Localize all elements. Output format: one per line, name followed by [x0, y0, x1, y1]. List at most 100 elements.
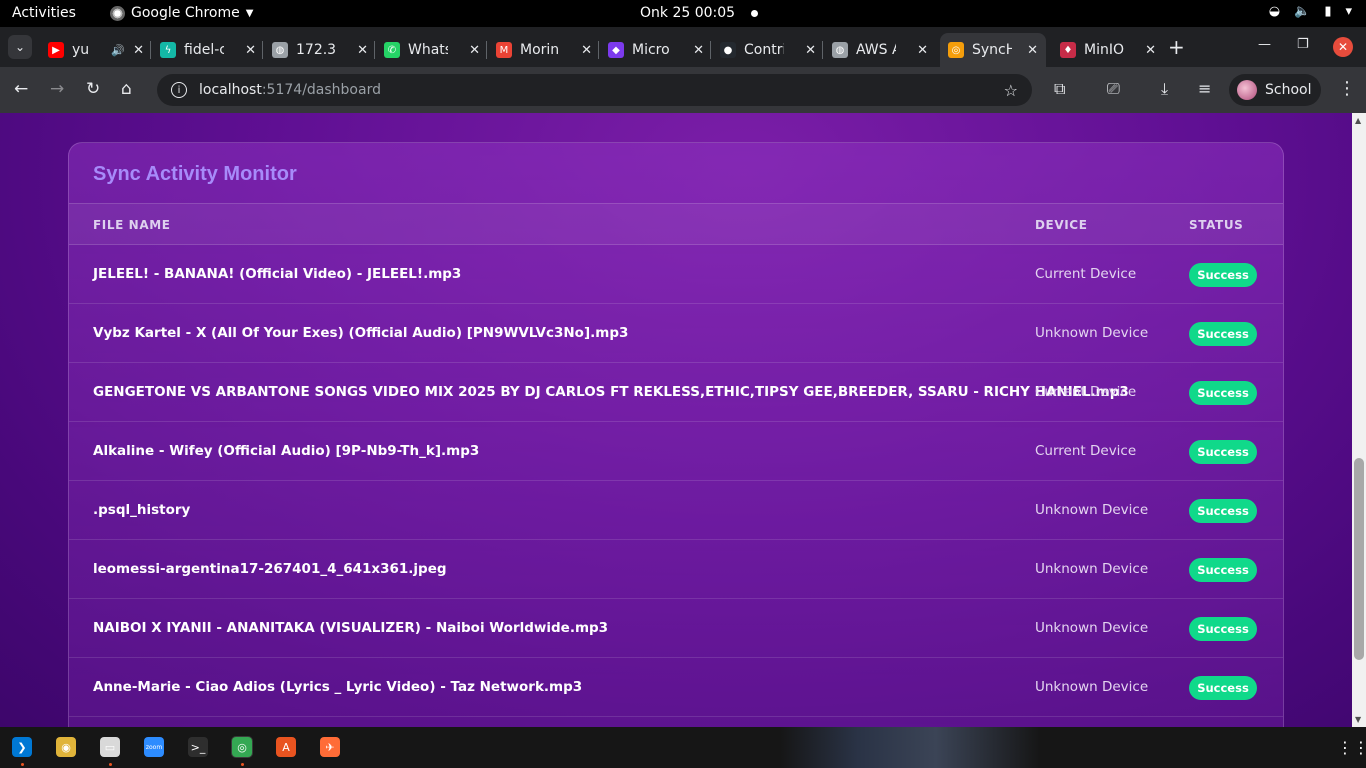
zoom-icon[interactable]: zoom [143, 736, 165, 758]
page-content: Sync Activity Monitor FILE NAME DEVICE S… [0, 113, 1352, 727]
postman-icon[interactable]: ✈ [319, 736, 341, 758]
tab-title: fidel-c [184, 42, 224, 58]
browser-toolbar: ← → ↻ ⌂ i localhost:5174/dashboard ☆ ⧉ ⎚… [0, 67, 1366, 113]
show-apps-grid-icon[interactable]: ⋮⋮⋮ [1337, 738, 1366, 757]
clock-text: Onk 25 00:05 [640, 5, 736, 21]
column-header-file-name: FILE NAME [93, 218, 171, 232]
app-center-icon[interactable]: A [275, 736, 297, 758]
app-center-icon-glyph: A [276, 737, 296, 757]
tab-separator [150, 41, 151, 59]
device-cell: Unknown Device [1035, 561, 1149, 577]
media-control-icon[interactable]: ≡ [1198, 79, 1211, 98]
tab-title: 172.3 [296, 42, 336, 58]
close-tab-icon[interactable]: ✕ [469, 43, 480, 58]
browser-tab[interactable]: ✆ Whats ✕ [376, 33, 488, 67]
device-cell: Unknown Device [1035, 679, 1149, 695]
extensions-icon[interactable]: ⧉ [1054, 79, 1065, 99]
close-tab-icon[interactable]: ✕ [917, 43, 928, 58]
table-row[interactable]: leomessi-argentina17-267401_4_641x361.jp… [69, 540, 1283, 599]
browser-tab[interactable]: ◍ 172.3 ✕ [264, 33, 376, 67]
browser-tab[interactable]: ● Contri ✕ [712, 33, 824, 67]
file-name-cell: leomessi-argentina17-267401_4_641x361.jp… [93, 561, 447, 577]
globe-icon: ◍ [832, 42, 848, 58]
close-tab-icon[interactable]: ✕ [581, 43, 592, 58]
browser-tab[interactable]: ♦ MinIO ✕ [1052, 33, 1164, 67]
minio-icon: ♦ [1060, 42, 1076, 58]
app-menu-label: Google Chrome [131, 5, 240, 21]
scroll-up-icon[interactable]: ▲ [1355, 116, 1361, 125]
minimize-window-button[interactable]: — [1258, 37, 1271, 52]
rhythmbox-icon[interactable]: ◉ [55, 736, 77, 758]
table-row[interactable]: JELEEL! - BANANA! (Official Video) - JEL… [69, 245, 1283, 304]
back-button[interactable]: ← [14, 79, 28, 99]
copilot-icon: ◆ [608, 42, 624, 58]
table-row[interactable]: Alkaline - Wifey (Official Audio) [9P-Nb… [69, 422, 1283, 481]
browser-tab[interactable]: ◆ Micro ✕ [600, 33, 712, 67]
terminal-icon-glyph: >_ [188, 737, 208, 757]
activities-button[interactable]: Activities [12, 5, 76, 21]
file-name-cell: Alkaline - Wifey (Official Audio) [9P-Nb… [93, 443, 480, 459]
tab-separator [262, 41, 263, 59]
url-path: :5174/dashboard [261, 82, 381, 98]
table-row[interactable]: Vybz Kartel - X (All Of Your Exes) (Offi… [69, 304, 1283, 363]
vscode-icon-glyph: ❯ [12, 737, 32, 757]
reload-button[interactable]: ↻ [86, 79, 100, 99]
system-tray[interactable]: ◒ 🔈 ▮ ▾ [1269, 4, 1352, 19]
browser-tab[interactable]: ▶ yu 🔊 ✕ [40, 33, 152, 67]
card-title: Sync Activity Monitor [93, 163, 297, 185]
clock[interactable]: Onk 25 00:05 [640, 5, 759, 21]
close-tab-icon[interactable]: ✕ [805, 43, 816, 58]
audio-playing-icon[interactable]: 🔊 [111, 44, 125, 57]
chevron-down-icon: ▾ [1345, 4, 1352, 19]
table-row[interactable]: NAIBOI X IYANII - ANANITAKA (VISUALIZER)… [69, 599, 1283, 658]
file-name-cell: Anne-Marie - Ciao Adios (Lyrics _ Lyric … [93, 679, 583, 695]
site-info-icon[interactable]: i [171, 82, 187, 98]
browser-tab[interactable]: ◍ AWS A ✕ [824, 33, 936, 67]
scrollbar-thumb[interactable] [1354, 458, 1364, 660]
download-icon[interactable]: ⤓ [1161, 79, 1168, 99]
browser-tab[interactable]: ϟ fidel-c ✕ [152, 33, 264, 67]
status-badge: Success [1189, 499, 1257, 523]
home-button[interactable]: ⌂ [121, 79, 132, 99]
tab-title: MinIO [1084, 42, 1124, 58]
chrome-icon [110, 5, 125, 21]
profile-button[interactable]: School [1229, 74, 1321, 106]
sync-icon: ◎ [948, 42, 964, 58]
close-tab-icon[interactable]: ✕ [357, 43, 368, 58]
zoom-icon-glyph: zoom [144, 737, 164, 757]
files-icon[interactable]: ▭ [99, 736, 121, 758]
close-window-button[interactable]: ✕ [1333, 37, 1353, 57]
address-bar[interactable]: i localhost:5174/dashboard ☆ [157, 74, 1032, 106]
close-tab-icon[interactable]: ✕ [693, 43, 704, 58]
terminal-icon[interactable]: >_ [187, 736, 209, 758]
table-row[interactable]: Anne-Marie - Ciao Adios (Lyrics _ Lyric … [69, 658, 1283, 717]
device-cell: Current Device [1035, 266, 1137, 282]
app-menu[interactable]: Google Chrome ▼ [110, 5, 253, 21]
new-tab-button[interactable]: + [1168, 37, 1185, 57]
table-row[interactable]: GENGETONE VS ARBANTONE SONGS VIDEO MIX 2… [69, 363, 1283, 422]
github-icon: ● [720, 42, 736, 58]
kebab-menu-icon[interactable]: ⋮ [1338, 78, 1356, 99]
tab-separator [710, 41, 711, 59]
close-tab-icon[interactable]: ✕ [1145, 43, 1156, 58]
avatar [1237, 80, 1257, 100]
browser-tab[interactable]: ◎ SyncH ✕ [940, 33, 1046, 67]
device-cell: Unknown Device [1035, 325, 1149, 341]
tab-search-button[interactable]: ⌄ [8, 35, 32, 59]
vscode-icon[interactable]: ❯ [11, 736, 33, 758]
forward-button[interactable]: → [50, 79, 64, 99]
maximize-window-button[interactable]: ❐ [1297, 37, 1309, 52]
close-tab-icon[interactable]: ✕ [133, 43, 144, 58]
scroll-down-icon[interactable]: ▼ [1355, 715, 1361, 724]
status-badge: Success [1189, 676, 1257, 700]
close-tab-icon[interactable]: ✕ [1027, 43, 1038, 58]
close-tab-icon[interactable]: ✕ [245, 43, 256, 58]
browser-tab[interactable]: M Morin ✕ [488, 33, 600, 67]
chrome-icon[interactable]: ◎ [231, 736, 253, 758]
status-badge: Success [1189, 558, 1257, 582]
page-scrollbar[interactable]: ▲ ▼ [1352, 113, 1366, 727]
tab-title: yu [72, 42, 90, 58]
cast-icon[interactable]: ⎚ [1107, 79, 1120, 99]
table-row[interactable]: .psql_history Unknown Device Success [69, 481, 1283, 540]
bookmark-star-icon[interactable]: ☆ [1004, 81, 1018, 100]
